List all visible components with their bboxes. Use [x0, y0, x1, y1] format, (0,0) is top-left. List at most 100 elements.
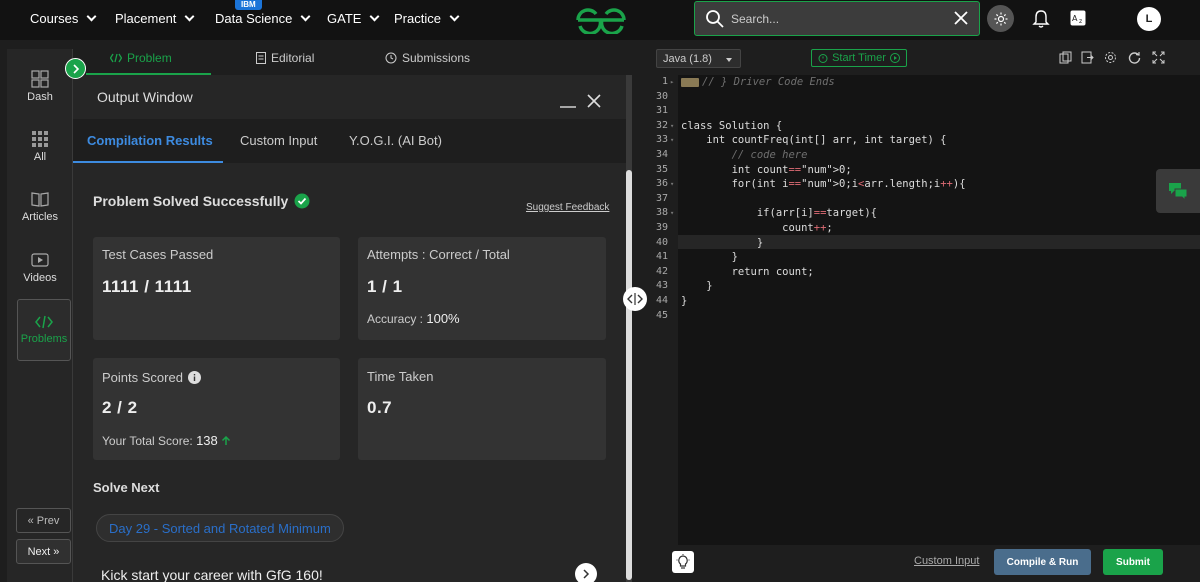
tab-compilation-results[interactable]: Compilation Results — [87, 133, 213, 148]
nav-practice[interactable]: Practice — [394, 11, 460, 26]
fold-toggle-icon[interactable]: ▾ — [670, 209, 674, 217]
attempts-label: Attempts : Correct / Total — [367, 247, 510, 262]
tab-problem[interactable]: Problem — [110, 51, 172, 65]
line-number: 32 — [655, 119, 668, 131]
time-label: Time Taken — [367, 369, 434, 384]
prev-button[interactable]: « Prev — [16, 508, 71, 533]
line-number: 36 — [655, 178, 668, 190]
search-input[interactable] — [731, 11, 931, 26]
custom-input-link[interactable]: Custom Input — [914, 555, 979, 567]
tab-problem-label: Problem — [127, 51, 172, 65]
points-label-row: Points Scored — [102, 370, 201, 385]
language-select[interactable]: Java (1.8) — [656, 49, 741, 68]
translate-icon[interactable]: Az — [1070, 10, 1086, 26]
sidebar-item-label: Videos — [23, 272, 57, 284]
copy-icon[interactable] — [1059, 51, 1072, 64]
code-line: } — [681, 251, 738, 264]
document-icon — [256, 52, 266, 64]
svg-text:A: A — [1072, 14, 1078, 23]
sidebar-item-all[interactable]: All — [7, 130, 73, 163]
sidebar-item-dash[interactable]: Dash — [7, 70, 73, 103]
sidebar-item-videos[interactable]: Videos — [7, 251, 73, 284]
submit-button[interactable]: Submit — [1103, 549, 1163, 575]
nav-data-science[interactable]: Data Science — [215, 11, 311, 26]
collapse-sidebar-button[interactable] — [65, 58, 86, 79]
active-tab-underline — [73, 161, 223, 163]
fullscreen-icon[interactable] — [1152, 51, 1165, 64]
check-circle-icon — [294, 193, 310, 209]
promo-next-button[interactable] — [575, 563, 597, 582]
bell-icon[interactable] — [1032, 9, 1050, 29]
close-icon[interactable] — [953, 10, 969, 26]
nav-placement[interactable]: Placement — [115, 11, 195, 26]
fold-marker-icon[interactable] — [681, 78, 699, 87]
settings-icon[interactable] — [1104, 51, 1117, 64]
hint-button[interactable] — [672, 551, 694, 573]
next-problem-link[interactable]: Day 29 - Sorted and Rotated Minimum — [96, 514, 344, 542]
tab-submissions[interactable]: Submissions — [385, 51, 470, 65]
code-editor[interactable]: // } Driver Code Ends class Solution { in… — [678, 75, 1200, 545]
output-scrollbar-thumb[interactable] — [626, 170, 632, 580]
lightbulb-icon — [676, 554, 690, 569]
close-icon[interactable] — [587, 94, 601, 108]
reset-icon[interactable] — [1128, 51, 1141, 64]
fold-toggle-icon[interactable]: ▸ — [670, 78, 674, 86]
fold-toggle-icon[interactable]: ▾ — [670, 136, 674, 144]
fold-toggle-icon[interactable]: ▾ — [670, 122, 674, 130]
fold-toggle-icon[interactable]: ▾ — [670, 180, 674, 188]
chat-button[interactable] — [1156, 169, 1200, 213]
total-score-row: Your Total Score: 138 — [102, 433, 231, 448]
code-line: // code here — [681, 149, 808, 161]
line-number: 41 — [655, 251, 668, 263]
code-line: int countFreq(int[] arr, int target) { — [681, 134, 947, 147]
points-value: 2 / 2 — [102, 398, 138, 417]
line-number-gutter: 1 ▸ 30 31 32 ▾ 33 ▾ 34 35 36 ▾ 37 38 ▾ 39 40 41 42 43 44 45 — [636, 75, 678, 545]
tab-submissions-label: Submissions — [402, 51, 471, 65]
tab-editorial[interactable]: Editorial — [256, 51, 314, 65]
line-number: 34 — [655, 149, 668, 160]
nav-courses[interactable]: Courses — [30, 11, 97, 26]
nav-practice-label: Practice — [394, 11, 441, 26]
gfg-logo[interactable] — [574, 6, 628, 34]
nav-data-science-label: Data Science — [215, 11, 293, 26]
chevron-down-icon — [369, 11, 380, 22]
next-button[interactable]: Next » — [16, 539, 71, 564]
nav-gate-label: GATE — [327, 11, 362, 26]
info-icon[interactable] — [187, 371, 201, 384]
sidebar-item-articles[interactable]: Articles — [7, 190, 73, 223]
suggest-feedback-link[interactable]: Suggest Feedback — [526, 202, 609, 213]
resize-handle[interactable] — [623, 287, 647, 311]
chat-icon — [1169, 183, 1188, 201]
search-box[interactable] — [694, 1, 980, 36]
code-line: count++; — [681, 222, 833, 234]
compile-run-button[interactable]: Compile & Run — [994, 549, 1091, 575]
avatar[interactable]: L — [1137, 7, 1161, 31]
minimize-icon[interactable] — [559, 99, 577, 109]
line-number: 31 — [655, 105, 668, 117]
chevron-right-icon — [72, 63, 79, 74]
nav-gate[interactable]: GATE — [327, 11, 380, 26]
ibm-badge: IBM — [235, 0, 262, 10]
accuracy-label: Accuracy : — [367, 312, 424, 326]
code-line: class Solution { — [681, 119, 783, 132]
theme-toggle-button[interactable] — [987, 5, 1014, 32]
tab-custom-input[interactable]: Custom Input — [240, 133, 317, 148]
arrow-up-icon — [222, 435, 231, 445]
tab-yogi-ai-bot[interactable]: Y.O.G.I. (AI Bot) — [349, 133, 442, 148]
nav-courses-label: Courses — [30, 11, 79, 26]
play-icon — [31, 253, 49, 267]
code-line: // } Driver Code Ends — [702, 76, 835, 88]
code-line: for(int i=="num">0;i<arr.length;i++){ — [681, 178, 966, 191]
caret-down-icon — [726, 58, 732, 62]
output-window: Output Window Compilation Results Custom… — [73, 75, 628, 582]
promo-text: Kick start your career with GfG 160! — [101, 567, 323, 582]
start-timer-button[interactable]: Start Timer — [811, 49, 907, 67]
solve-next-heading: Solve Next — [93, 480, 160, 495]
sidebar-item-label: Dash — [27, 91, 53, 103]
line-number: 38 — [655, 207, 668, 219]
line-number: 1 — [661, 76, 668, 87]
export-icon[interactable] — [1081, 51, 1094, 64]
code-line: int count=="num">0; — [681, 163, 852, 176]
sidebar-item-problems[interactable]: Problems — [17, 299, 71, 361]
accuracy-value: 100% — [426, 311, 460, 326]
